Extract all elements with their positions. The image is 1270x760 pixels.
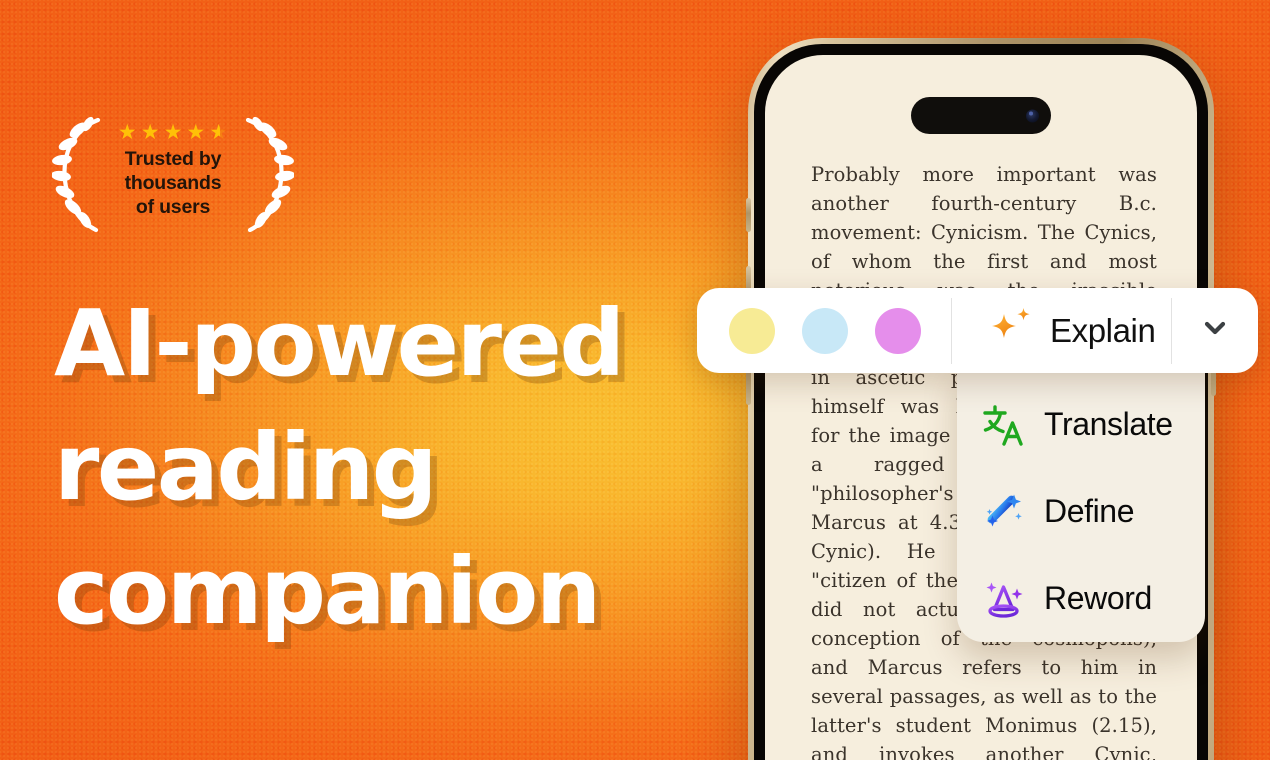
menu-item-translate-label: Translate (1044, 406, 1173, 442)
star-icon: ★ (163, 121, 183, 144)
silent-switch[interactable] (746, 198, 751, 232)
headline-line-2: reading (54, 414, 438, 521)
trust-badge-text: Trusted by thousands of users (93, 147, 253, 219)
highlight-purple-swatch[interactable] (875, 307, 921, 354)
menu-item-define-label: Define (1044, 493, 1135, 529)
star-icon: ★ (117, 121, 137, 144)
menu-item-reword-label: Reword (1044, 580, 1152, 616)
toolbar-expand-button[interactable] (1172, 288, 1258, 373)
reader-text-before: Probably more important was another four… (811, 163, 1157, 302)
menu-item-reword[interactable]: Reword (957, 563, 1205, 635)
wizard-hat-icon (981, 576, 1027, 622)
highlight-swatches (697, 288, 951, 373)
highlight-yellow-swatch[interactable] (729, 307, 775, 354)
trust-badge-line-2: thousands (124, 172, 222, 194)
headline-line-3: companion (54, 538, 601, 645)
explain-button[interactable]: Explain (952, 288, 1171, 373)
front-camera-icon (1026, 109, 1039, 122)
magic-wand-icon (981, 489, 1027, 535)
page-title: AI-powered reading companion (54, 282, 714, 654)
selection-toolbar: Explain (697, 288, 1258, 373)
trust-badge-line-1: Trusted by (124, 148, 222, 170)
headline-line-1: AI-powered (54, 290, 625, 397)
menu-item-define[interactable]: Define (957, 476, 1205, 548)
explain-button-label: Explain (1050, 311, 1156, 349)
menu-item-translate[interactable]: Translate (957, 389, 1205, 461)
rating-stars: ★ ★ ★ ★ ★ (118, 122, 228, 143)
star-half-icon: ★ (209, 121, 229, 144)
ai-actions-dropdown: Translate Define Reword (957, 365, 1205, 642)
dynamic-island (911, 97, 1051, 134)
trust-badge: ★ ★ ★ ★ ★ Trusted by thousands of users (48, 114, 298, 238)
star-icon: ★ (186, 121, 206, 144)
trust-badge-line-3: of users (135, 196, 211, 218)
sparkle-icon (984, 305, 1036, 357)
highlight-blue-swatch[interactable] (802, 307, 848, 354)
translate-icon (981, 402, 1027, 448)
star-icon: ★ (140, 121, 160, 144)
chevron-down-icon (1200, 313, 1230, 348)
marketing-hero: ★ ★ ★ ★ ★ Trusted by thousands of users … (0, 0, 1270, 760)
